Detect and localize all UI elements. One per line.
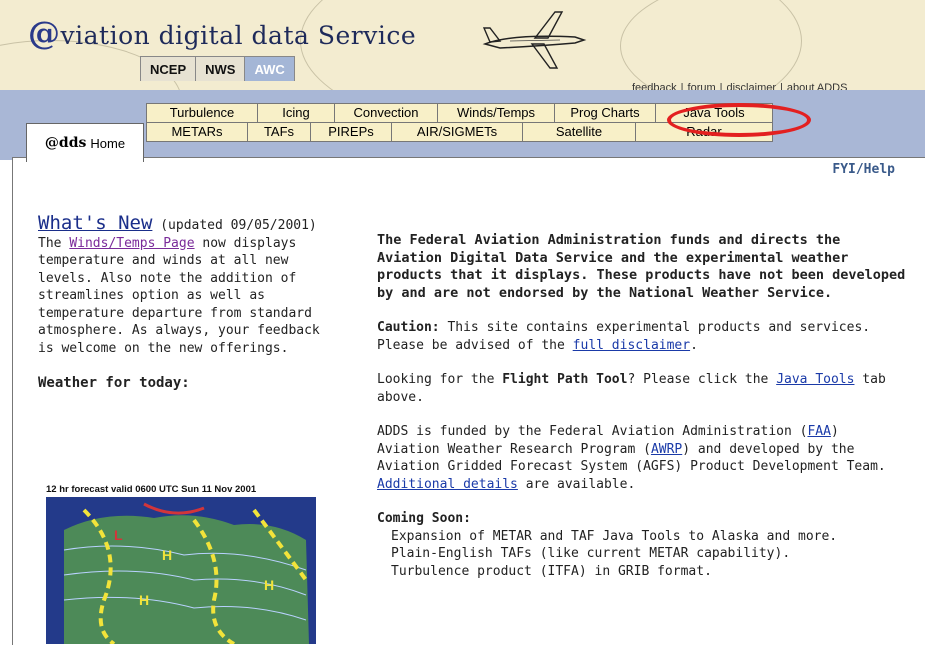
whats-new-body: The Winds/Temps Page now displays temper… [38, 235, 338, 358]
caution-paragraph: Caution: This site contains experimental… [377, 319, 907, 354]
product-tabs-row-1: Turbulence Icing Convection Winds/Temps … [146, 103, 773, 123]
winds-temps-page-link[interactable]: Winds/Temps Page [69, 236, 194, 251]
tab-tafs[interactable]: TAFs [247, 122, 311, 142]
site-title[interactable]: @viation digital data Service [28, 14, 416, 52]
flight-path-tool-label: Flight Path Tool [502, 372, 628, 387]
agency-tab-ncep[interactable]: NCEP [140, 56, 197, 81]
product-tabs: Turbulence Icing Convection Winds/Temps … [146, 103, 773, 142]
tab-adds-home[interactable]: @dds Home [26, 123, 144, 162]
coming-soon-section: Coming Soon: Expansion of METAR and TAF … [377, 510, 907, 580]
coming-soon-item: Plain-English TAFs (like current METAR c… [391, 546, 791, 561]
coming-soon-label: Coming Soon: [377, 511, 471, 526]
home-tab-label: Home [90, 135, 126, 151]
additional-details-link[interactable]: Additional details [377, 477, 518, 492]
tab-prog-charts[interactable]: Prog Charts [554, 103, 656, 123]
tab-satellite[interactable]: Satellite [522, 122, 636, 142]
coming-soon-item: Expansion of METAR and TAF Java Tools to… [391, 528, 838, 544]
coming-soon-item: Turbulence product (ITFA) in GRIB format… [391, 563, 712, 579]
tab-pireps[interactable]: PIREPs [310, 122, 392, 142]
product-tabs-row-2: METARs TAFs PIREPs AIR/SIGMETs Satellite… [146, 122, 773, 142]
tab-icing[interactable]: Icing [257, 103, 335, 123]
home-tab-brand: @dds [44, 135, 87, 151]
fyi-help-link[interactable]: FYI/Help [832, 162, 895, 177]
agency-tab-nws[interactable]: NWS [195, 56, 246, 81]
faa-notice: The Federal Aviation Administration fund… [377, 232, 906, 301]
faa-link[interactable]: FAA [807, 424, 830, 439]
full-disclaimer-link[interactable]: full disclaimer [573, 338, 690, 353]
funding-text: ADDS is funded by the Federal Aviation A… [377, 424, 808, 439]
flight-path-paragraph: Looking for the Flight Path Tool? Please… [377, 371, 907, 406]
whats-new-text: The [38, 235, 70, 251]
agency-tabs: NCEP NWS AWC [140, 56, 295, 81]
site-title-text: viation digital data Service [60, 21, 417, 50]
whats-new-updated: (updated 09/05/2001) [160, 218, 317, 233]
airplane-icon [482, 11, 587, 69]
awrp-link[interactable]: AWRP [651, 442, 682, 457]
tab-turbulence[interactable]: Turbulence [146, 103, 258, 123]
weather-map-caption: 12 hr forecast valid 0600 UTC Sun 11 Nov… [46, 484, 257, 495]
caution-label: Caution: [377, 320, 440, 335]
tab-convection[interactable]: Convection [334, 103, 438, 123]
whats-new-title[interactable]: What's New [38, 212, 152, 234]
flight-path-text: ? Please click the [627, 372, 777, 387]
weather-forecast-map[interactable]: 12 hr forecast valid 0600 UTC Sun 11 Nov… [44, 480, 326, 644]
whats-new-text: now displays temperature and winds at al… [38, 235, 320, 356]
agency-tab-awc[interactable]: AWC [244, 56, 295, 81]
flight-path-text: Looking for the [377, 372, 503, 387]
whats-new-column: What's New (updated 09/05/2001) The Wind… [38, 212, 338, 393]
site-title-at: @ [28, 14, 61, 52]
low-pressure-marker: L [114, 527, 123, 543]
high-pressure-marker: H [139, 592, 149, 608]
weather-today-label: Weather for today: [38, 375, 190, 391]
coming-soon-list: Expansion of METAR and TAF Java Tools to… [377, 528, 907, 581]
high-pressure-marker: H [264, 577, 274, 593]
main-info-column: The Federal Aviation Administration fund… [377, 232, 907, 580]
tab-metars[interactable]: METARs [146, 122, 248, 142]
whats-new-heading: What's New (updated 09/05/2001) [38, 212, 338, 235]
funding-text: are available. [517, 476, 636, 492]
tab-radar[interactable]: Radar [635, 122, 773, 142]
tab-winds-temps[interactable]: Winds/Temps [437, 103, 555, 123]
java-tools-link[interactable]: Java Tools [776, 372, 854, 387]
caution-text: . [690, 337, 698, 353]
high-pressure-marker: H [162, 547, 172, 563]
tab-java-tools[interactable]: Java Tools [655, 103, 773, 123]
tab-air-sigmets[interactable]: AIR/SIGMETs [391, 122, 523, 142]
funding-paragraph: ADDS is funded by the Federal Aviation A… [377, 423, 907, 493]
